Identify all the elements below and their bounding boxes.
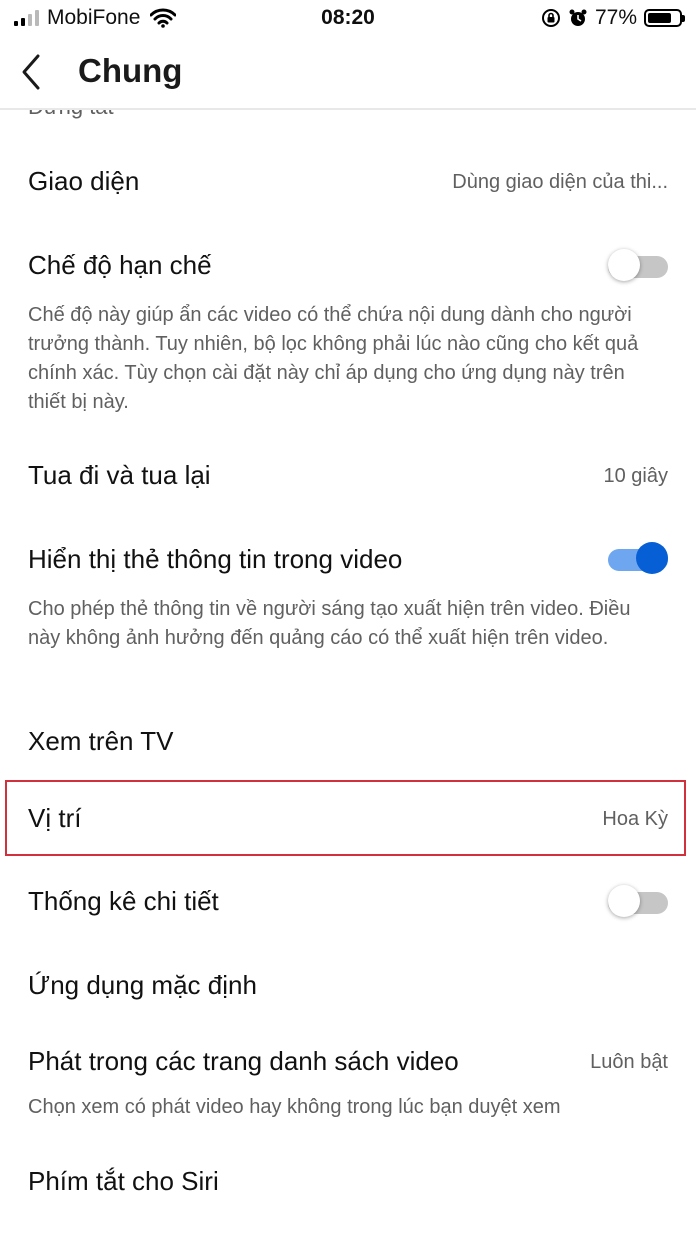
status-indicators: 77% [541, 6, 685, 30]
restricted-mode-toggle[interactable] [608, 249, 668, 281]
appearance-label: Giao diện [28, 166, 140, 196]
location-highlight-box [5, 780, 686, 856]
default-apps-label: Ứng dụng mặc định [28, 970, 257, 1000]
info-cards-toggle[interactable] [608, 542, 668, 574]
chevron-left-icon [22, 54, 40, 90]
nav-divider [0, 108, 696, 110]
info-cards-label: Hiển thị thẻ thông tin trong video [28, 544, 403, 574]
seek-label: Tua đi và tua lại [28, 460, 211, 490]
stats-for-nerds-label: Thống kê chi tiết [28, 886, 219, 916]
playback-in-feeds-value: Luôn bật [590, 1051, 668, 1073]
restricted-mode-description: Chế độ này giúp ẩn các video có thể chứa… [28, 304, 639, 413]
seek-value: 10 giây [603, 465, 669, 487]
restricted-mode-label: Chế độ hạn chế [28, 250, 212, 280]
alarm-clock-icon [569, 9, 587, 26]
page-title: Chung [78, 52, 183, 89]
navigation-bar: Chung [0, 36, 696, 108]
battery-percent: 77% [594, 6, 637, 29]
rotation-lock-icon [541, 9, 560, 27]
battery-icon [644, 9, 685, 27]
appearance-value: Dùng giao diện của thi... [452, 171, 668, 193]
siri-shortcuts-label: Phím tắt cho Siri [28, 1166, 219, 1196]
stats-for-nerds-toggle[interactable] [608, 885, 668, 917]
back-button[interactable] [14, 50, 54, 94]
status-bar: MobiFone 08:20 77% [0, 0, 696, 36]
playback-in-feeds-label: Phát trong các trang danh sách video [28, 1046, 459, 1076]
watch-on-tv-label: Xem trên TV [28, 726, 174, 756]
playback-in-feeds-description: Chọn xem có phát video hay không trong l… [28, 1096, 561, 1118]
info-cards-description: Cho phép thẻ thông tin về người sáng tạo… [28, 598, 631, 649]
